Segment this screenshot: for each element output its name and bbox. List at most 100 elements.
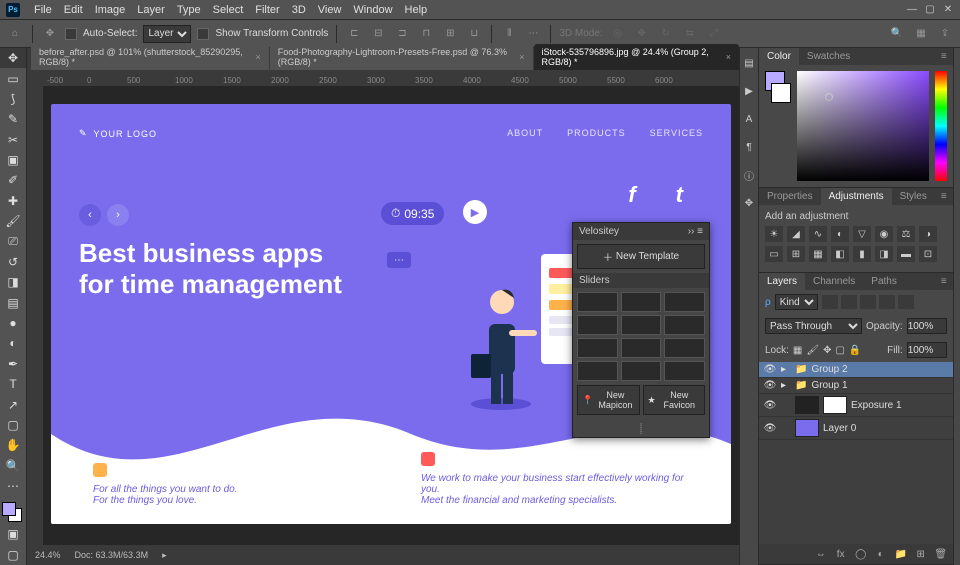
layers-tab[interactable]: Layers	[759, 273, 805, 290]
menu-layer[interactable]: Layer	[131, 4, 171, 16]
threshold-icon[interactable]: ◨	[875, 246, 893, 262]
slider-preset[interactable]	[577, 361, 618, 381]
doc-size[interactable]: Doc: 63.3M/63.3M	[75, 550, 149, 560]
swatches-tab[interactable]: Swatches	[799, 48, 858, 65]
bg-color-swatch[interactable]	[771, 83, 791, 103]
new-layer-icon[interactable]: ⊞	[913, 547, 929, 561]
filter-type-icon[interactable]	[860, 295, 876, 309]
layer-row[interactable]: 👁▸📁Group 1	[759, 378, 953, 394]
frame-tool[interactable]: ▣	[0, 150, 26, 170]
new-fill-icon[interactable]: ◐	[873, 547, 889, 561]
type-tool[interactable]: T	[0, 374, 26, 394]
quickmask-tool[interactable]: ▣	[0, 524, 26, 544]
brush-tool[interactable]: 🖌	[0, 211, 26, 231]
panel-collapse-icon[interactable]: ›› ≡	[688, 226, 703, 237]
menu-select[interactable]: Select	[207, 4, 250, 16]
lock-transparent-icon[interactable]: ▦	[793, 345, 802, 356]
ruler-vertical[interactable]	[27, 86, 43, 545]
slider-preset[interactable]	[577, 315, 618, 335]
slider-preset[interactable]	[664, 338, 705, 358]
doc-tab-2[interactable]: Food-Photography-Lightroom-Presets-Free.…	[270, 44, 533, 70]
close-icon[interactable]: ✕	[942, 4, 954, 16]
curves-icon[interactable]: ∿	[809, 226, 827, 242]
color-tab[interactable]: Color	[759, 48, 799, 65]
gradient-tool[interactable]: ▤	[0, 293, 26, 313]
hue-slider[interactable]	[935, 71, 947, 181]
dodge-tool[interactable]: ◐	[0, 333, 26, 353]
exposure-icon[interactable]: ◐	[831, 226, 849, 242]
status-arrow-icon[interactable]: ▸	[162, 550, 167, 561]
slider-preset[interactable]	[621, 361, 662, 381]
eraser-tool[interactable]: ◨	[0, 272, 26, 292]
align-bottom-icon[interactable]: ⊔	[465, 25, 483, 43]
new-favicon-button[interactable]: ★New Favicon	[643, 385, 706, 415]
more-align-icon[interactable]: ⋯	[524, 25, 542, 43]
channels-tab[interactable]: Channels	[805, 273, 863, 290]
character-icon[interactable]: A	[740, 110, 758, 128]
move-tool[interactable]: ✥	[0, 48, 26, 68]
marquee-tool[interactable]: ▭	[0, 68, 26, 88]
doc-tab-3[interactable]: iStock-535796896.jpg @ 24.4% (Group 2, R…	[534, 44, 740, 70]
photo-filter-icon[interactable]: ▭	[765, 246, 783, 262]
quick-select-tool[interactable]: ✎	[0, 109, 26, 129]
color-picker[interactable]	[797, 71, 929, 181]
doc-tab-1[interactable]: before_after.psd @ 101% (shutterstock_85…	[31, 44, 269, 70]
slider-preset[interactable]	[664, 292, 705, 312]
actions-icon[interactable]: ▶	[740, 82, 758, 100]
styles-tab[interactable]: Styles	[892, 188, 935, 205]
slider-preset[interactable]	[621, 338, 662, 358]
align-middle-icon[interactable]: ⊞	[441, 25, 459, 43]
layer-row[interactable]: 👁Layer 0	[759, 417, 953, 440]
filter-pixel-icon[interactable]	[822, 295, 838, 309]
hue-icon[interactable]: ◉	[875, 226, 893, 242]
lock-pixels-icon[interactable]: 🖌	[806, 345, 819, 356]
paths-tab[interactable]: Paths	[863, 273, 905, 290]
link-layers-icon[interactable]: ⇔	[813, 547, 829, 561]
filter-kind-dropdown[interactable]: Kind	[775, 294, 818, 310]
shape-tool[interactable]: ▢	[0, 415, 26, 435]
align-left-icon[interactable]: ⊏	[345, 25, 363, 43]
filter-smart-icon[interactable]	[898, 295, 914, 309]
screenmode-tool[interactable]: ▢	[0, 545, 26, 565]
visibility-icon[interactable]: 👁	[763, 380, 777, 391]
folder-toggle-icon[interactable]: ▸	[781, 364, 791, 375]
visibility-icon[interactable]: 👁	[763, 400, 777, 411]
brightness-icon[interactable]: ☀	[765, 226, 783, 242]
menu-3d[interactable]: 3D	[286, 4, 312, 16]
new-mapicon-button[interactable]: 📍New Mapicon	[577, 385, 640, 415]
color-swatches[interactable]	[0, 500, 26, 524]
history-brush-tool[interactable]: ↺	[0, 252, 26, 272]
fill-input[interactable]	[907, 342, 947, 358]
lasso-tool[interactable]: ⟆	[0, 89, 26, 109]
bw-icon[interactable]: ◑	[919, 226, 937, 242]
path-tool[interactable]: ↗	[0, 394, 26, 414]
menu-view[interactable]: View	[312, 4, 348, 16]
tab-close-icon[interactable]: ×	[519, 52, 524, 62]
stamp-tool[interactable]: ⎚	[0, 231, 26, 251]
filter-adjust-icon[interactable]	[841, 295, 857, 309]
layer-name[interactable]: Exposure 1	[851, 400, 902, 411]
pen-tool[interactable]: ✒	[0, 354, 26, 374]
align-top-icon[interactable]: ⊓	[417, 25, 435, 43]
lock-all-icon[interactable]: 🔒	[849, 345, 861, 356]
posterize-icon[interactable]: ▮	[853, 246, 871, 262]
layer-name[interactable]: Group 1	[811, 380, 847, 391]
color-lookup-icon[interactable]: ▦	[809, 246, 827, 262]
menu-edit[interactable]: Edit	[58, 4, 89, 16]
crop-tool[interactable]: ✂	[0, 130, 26, 150]
share-icon[interactable]: ⇪	[936, 25, 954, 43]
slider-preset[interactable]	[577, 292, 618, 312]
info-icon[interactable]: ⓘ	[740, 166, 758, 184]
visibility-icon[interactable]: 👁	[763, 364, 777, 375]
slider-preset[interactable]	[621, 315, 662, 335]
edit-toolbar[interactable]: ⋯	[0, 476, 26, 496]
delete-layer-icon[interactable]: 🗑	[933, 547, 949, 561]
visibility-icon[interactable]: 👁	[763, 423, 777, 434]
slider-preset[interactable]	[664, 361, 705, 381]
blur-tool[interactable]: ●	[0, 313, 26, 333]
gradient-map-icon[interactable]: ▬	[897, 246, 915, 262]
layer-row[interactable]: 👁▸📁Group 2	[759, 362, 953, 378]
hand-tool[interactable]: ✋	[0, 435, 26, 455]
lock-artboard-icon[interactable]: ▢	[835, 345, 844, 356]
menu-help[interactable]: Help	[399, 4, 434, 16]
